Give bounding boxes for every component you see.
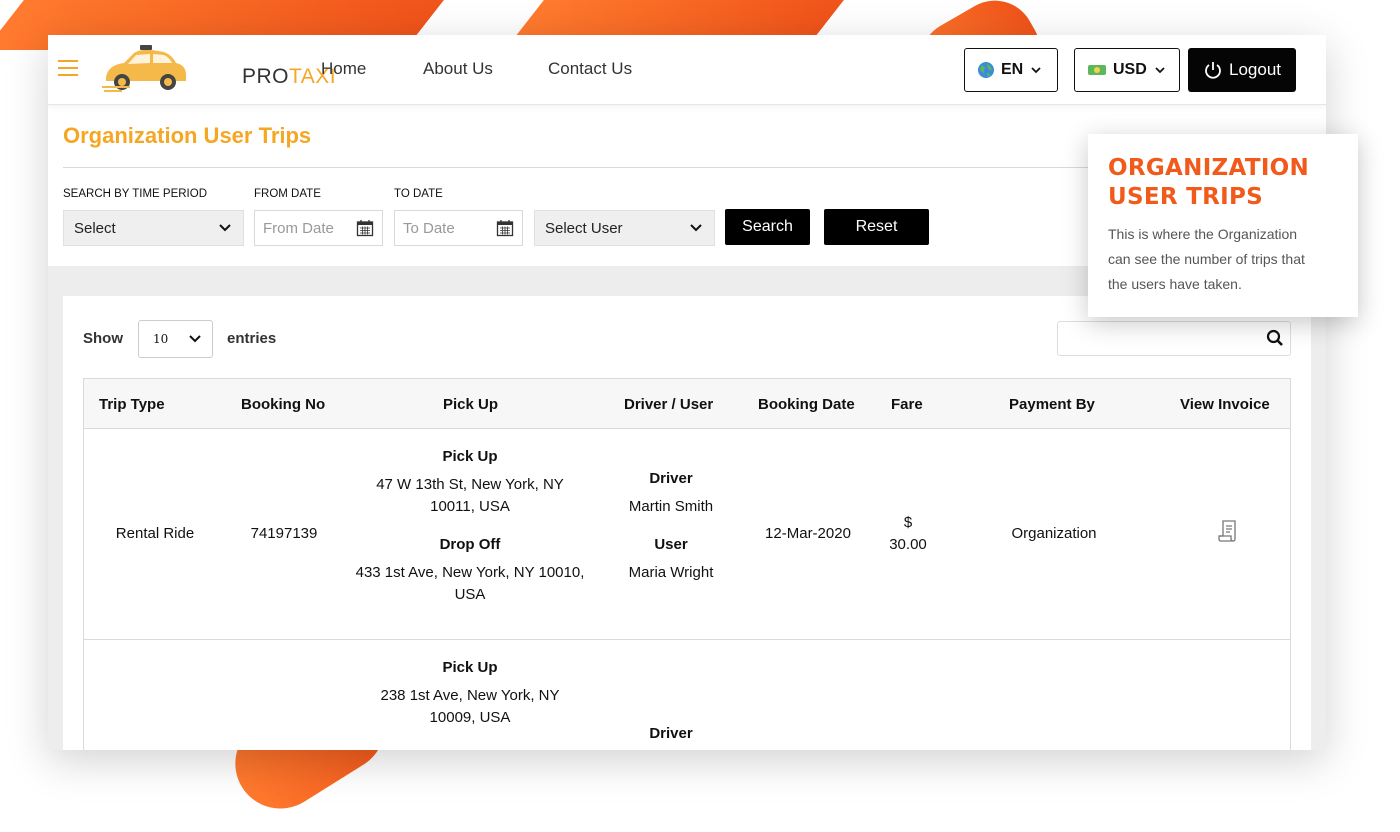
top-navbar: PROTAXI Home About Us Contact Us EN USD … — [48, 35, 1326, 105]
calendar-icon[interactable] — [496, 219, 514, 237]
money-icon — [1088, 65, 1106, 75]
show-label: Show — [83, 330, 123, 347]
logout-button[interactable]: Logout — [1188, 48, 1296, 92]
cell-user-label: User — [654, 536, 688, 553]
row-divider — [84, 639, 1290, 640]
header-view-invoice[interactable]: View Invoice — [1180, 396, 1270, 413]
to-date-label: TO DATE — [394, 188, 443, 200]
cell-pickup-label: Pick Up — [442, 448, 498, 465]
entries-value: 10 — [153, 332, 169, 346]
page-title: Organization User Trips — [63, 123, 312, 148]
cell-booking-date: 12-Mar-2020 — [765, 525, 851, 542]
search-icon[interactable] — [1266, 329, 1284, 347]
currency-value: USD — [1113, 61, 1147, 78]
feature-tooltip: ORGANIZATION USER TRIPS This is where th… — [1088, 134, 1358, 317]
reset-button[interactable]: Reset — [824, 209, 929, 245]
chevron-down-icon — [1155, 67, 1165, 74]
calendar-icon[interactable] — [356, 219, 374, 237]
invoice-icon[interactable] — [1217, 519, 1239, 543]
chevron-down-icon — [219, 224, 231, 232]
globe-icon — [978, 62, 994, 78]
header-trip-type[interactable]: Trip Type — [99, 396, 165, 413]
nav-contact-link[interactable]: Contact Us — [548, 59, 632, 79]
header-payment-by[interactable]: Payment By — [1009, 396, 1095, 413]
header-driver-user[interactable]: Driver / User — [624, 396, 713, 413]
tooltip-description: This is where the Organization can see t… — [1108, 226, 1305, 292]
nav-about-link[interactable]: About Us — [423, 59, 493, 79]
cell-dropoff-address-1: 433 1st Ave, New York, NY 10010, — [355, 564, 585, 581]
cell-driver-label: Driver — [649, 470, 693, 487]
cell-pickup-address-1: 238 1st Ave, New York, NY — [380, 687, 560, 704]
language-dropdown[interactable]: EN — [964, 48, 1058, 92]
time-period-select[interactable]: Select — [63, 210, 244, 246]
trips-table: Trip Type Booking No Pick Up Driver / Us… — [83, 378, 1291, 750]
time-period-label: SEARCH BY TIME PERIOD — [63, 188, 207, 200]
cell-user-name: Maria Wright — [628, 564, 714, 581]
hamburger-menu-icon[interactable] — [58, 60, 78, 78]
user-select[interactable]: Select User — [534, 210, 715, 246]
power-icon — [1205, 62, 1221, 79]
chevron-down-icon — [690, 224, 702, 232]
cell-dropoff-address-2: USA — [454, 586, 486, 603]
cell-payment-by: Organization — [1011, 525, 1097, 542]
cell-pickup-address-2: 10011, USA — [430, 498, 510, 515]
cell-dropoff-label: Drop Off — [439, 536, 501, 553]
from-date-placeholder: From Date — [263, 219, 334, 237]
to-date-placeholder: To Date — [403, 219, 455, 237]
search-button[interactable]: Search — [725, 209, 810, 245]
user-select-value: Select User — [545, 219, 623, 237]
table-header: Trip Type Booking No Pick Up Driver / Us… — [84, 379, 1290, 429]
cell-trip-type: Rental Ride — [115, 525, 195, 542]
header-booking-date[interactable]: Booking Date — [758, 396, 855, 413]
cell-driver-label: Driver — [649, 725, 693, 742]
header-fare[interactable]: Fare — [891, 396, 923, 413]
from-date-label: FROM DATE — [254, 188, 321, 200]
to-date-input[interactable]: To Date — [394, 210, 523, 246]
cell-pickup-label: Pick Up — [442, 659, 498, 676]
chevron-down-icon — [1031, 67, 1041, 74]
cell-fare-symbol: $ — [903, 514, 913, 531]
time-period-value: Select — [74, 219, 116, 237]
header-pick-up[interactable]: Pick Up — [443, 396, 498, 413]
cell-pickup-address-1: 47 W 13th St, New York, NY — [376, 476, 564, 493]
header-booking-no[interactable]: Booking No — [241, 396, 325, 413]
currency-dropdown[interactable]: USD — [1074, 48, 1180, 92]
entries-select[interactable]: 10 — [138, 320, 213, 358]
taxi-car-icon — [102, 45, 186, 92]
nav-home-link[interactable]: Home — [321, 59, 366, 79]
logo[interactable]: PROTAXI — [100, 43, 336, 97]
chevron-down-icon — [189, 335, 201, 343]
cell-driver-name: Martin Smith — [628, 498, 714, 515]
cell-fare-amount: 30.00 — [889, 536, 927, 553]
from-date-input[interactable]: From Date — [254, 210, 383, 246]
title-divider — [63, 167, 1233, 168]
entries-label: entries — [227, 330, 277, 347]
tooltip-title: ORGANIZATION USER TRIPS — [1108, 155, 1310, 210]
language-value: EN — [1001, 61, 1024, 78]
table-search-input[interactable] — [1057, 321, 1291, 356]
logout-label: Logout — [1229, 60, 1281, 79]
cell-booking-no: 74197139 — [250, 525, 318, 542]
cell-pickup-address-2: 10009, USA — [429, 709, 511, 726]
